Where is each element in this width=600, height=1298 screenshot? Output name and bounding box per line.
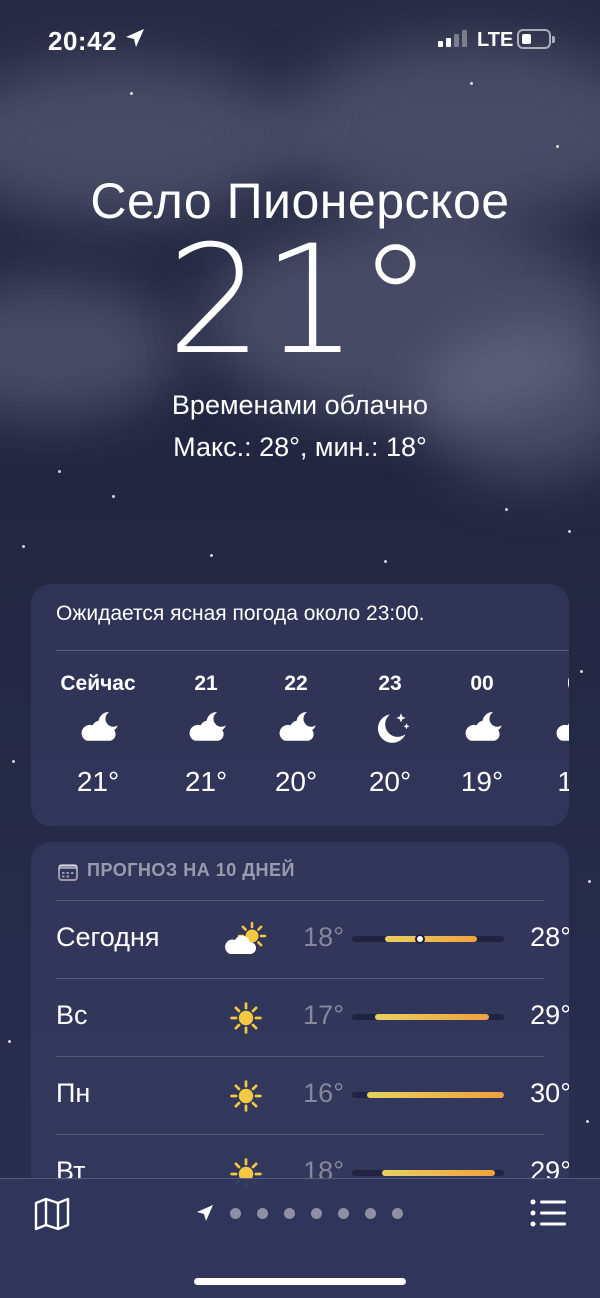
page-dot[interactable] (257, 1207, 268, 1219)
page-dot[interactable] (365, 1207, 376, 1219)
temperature-range-bar (352, 1014, 504, 1020)
temperature-range-fill (374, 1014, 489, 1020)
temperature-range-fill (367, 1092, 504, 1098)
current-temperature: 21° (167, 214, 433, 388)
home-indicator (194, 1278, 406, 1285)
battery-icon (517, 29, 555, 49)
cloud-moon-icon (48, 710, 148, 746)
hourly-item: Сейчас 21° (48, 672, 148, 798)
high-temperature: 28° (530, 922, 569, 952)
location-arrow-icon[interactable] (196, 1204, 214, 1222)
city-list-icon[interactable] (530, 1199, 566, 1227)
hour-temperature: 20° (368, 766, 412, 797)
hourly-summary: Ожидается ясная погода около 23:00. (56, 602, 425, 625)
temperature-range-fill (385, 936, 477, 942)
daily-row[interactable]: Вс 17° 29° (56, 978, 569, 1056)
page-dot[interactable] (230, 1207, 241, 1219)
daily-forecast-card[interactable]: ПРОГНОЗ НА 10 ДНЕЙ Сегодня 18° 28° Вс 17°… (31, 842, 569, 1202)
signal-strength-icon (438, 30, 467, 47)
hour-temperature: 20° (274, 766, 318, 797)
hour-label: 0 (523, 672, 569, 696)
daily-forecast-title: ПРОГНОЗ НА 10 ДНЕЙ (87, 860, 295, 880)
location-arrow-icon (126, 29, 144, 47)
temperature-range-bar (352, 934, 504, 944)
status-bar: 20:42 LTE (0, 0, 600, 80)
moon-stars-icon (340, 710, 440, 746)
bottom-toolbar (0, 1178, 600, 1298)
hour-temperature: 21° (184, 766, 228, 797)
low-temperature: 17° (303, 1000, 344, 1030)
daily-row[interactable]: Пн 16° 30° (56, 1056, 569, 1134)
day-label: Пн (56, 1078, 91, 1108)
page-dot[interactable] (338, 1207, 349, 1219)
temperature-range-bar (352, 1170, 504, 1176)
temperature-range-bar (352, 1092, 504, 1098)
calendar-icon (58, 864, 78, 881)
cloud-moon-icon (523, 710, 569, 746)
hourly-item: 00 19° (432, 672, 532, 798)
map-icon[interactable] (34, 1197, 70, 1231)
current-condition: Временами облачно (171, 390, 429, 420)
hourly-item: 22 20° (246, 672, 346, 798)
day-label: Вс (56, 1000, 88, 1030)
hourly-item: 21 21° (156, 672, 256, 798)
hour-temperature: 19° (460, 766, 504, 797)
daily-row[interactable]: Сегодня 18° 28° (56, 900, 569, 978)
hour-label: 00 (470, 672, 494, 695)
hourly-forecast-card[interactable]: Ожидается ясная погода около 23:00. Сейч… (31, 584, 569, 826)
high-low-temperature: Макс.: 28°, мин.: 18° (173, 432, 427, 462)
day-label: Сегодня (56, 922, 160, 952)
cloud-moon-icon (432, 710, 532, 746)
page-dot[interactable] (284, 1207, 295, 1219)
hour-label: 23 (378, 672, 402, 695)
high-temperature: 30° (530, 1078, 569, 1108)
hour-label: 22 (284, 672, 308, 695)
current-temp-marker (415, 934, 426, 944)
cloud-sun-icon (224, 920, 268, 960)
low-temperature: 16° (303, 1078, 344, 1108)
network-type: LTE (477, 29, 514, 51)
hour-temperature: 21° (76, 766, 120, 797)
page-indicator[interactable] (196, 1204, 403, 1222)
sun-icon (224, 998, 268, 1038)
sun-icon (224, 1076, 268, 1116)
temperature-range-fill (382, 1170, 495, 1176)
hour-label: 21 (194, 672, 218, 695)
divider (56, 650, 569, 651)
hour-label: Сейчас (60, 672, 136, 695)
status-time: 20:42 (48, 26, 117, 56)
page-dot[interactable] (392, 1207, 403, 1219)
cloud-moon-icon (156, 710, 256, 746)
high-temperature: 29° (530, 1000, 569, 1030)
hourly-item: 23 20° (340, 672, 440, 798)
cloud-moon-icon (246, 710, 346, 746)
hourly-item: 0 19 (523, 672, 569, 798)
hour-temperature: 19 (557, 766, 569, 797)
page-dot[interactable] (311, 1207, 322, 1219)
low-temperature: 18° (303, 922, 344, 952)
